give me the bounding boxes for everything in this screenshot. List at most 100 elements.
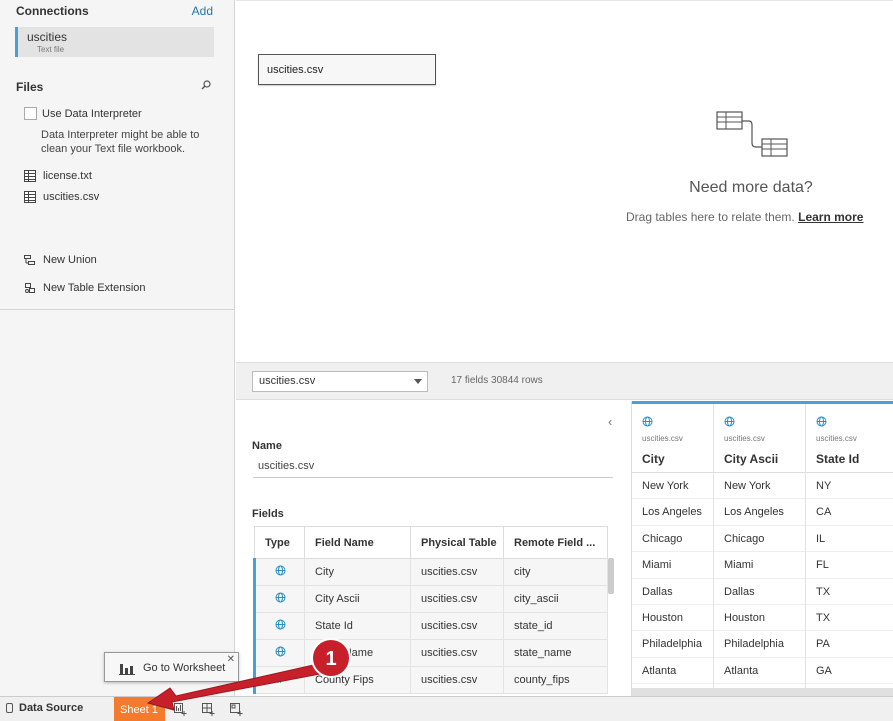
grid-column-header[interactable]: uscities.csv State Id — [806, 404, 893, 473]
sheet-tab[interactable]: Sheet 1 — [114, 697, 165, 721]
remote-field-cell: city — [503, 558, 608, 586]
learn-more-link[interactable]: Learn more — [798, 210, 863, 224]
add-connection-link[interactable]: Add — [192, 4, 213, 18]
data-interpreter-row[interactable]: Use Data Interpreter — [24, 107, 142, 120]
bar-chart-icon — [119, 664, 135, 675]
need-more-data-title: Need more data? — [689, 179, 813, 196]
sheet-tab-bar: Data Source Sheet 1 — [0, 696, 893, 721]
chevron-left-icon[interactable]: ‹ — [608, 414, 612, 429]
data-grid: uscities.csv City New York Los Angeles Chica… — [631, 401, 893, 696]
grid-column-header[interactable]: uscities.csv City — [632, 404, 713, 473]
table-row[interactable]: City uscities.csv city — [253, 558, 608, 586]
remote-field-cell: city_ascii — [503, 585, 608, 613]
grid-cell: Philadelphia — [714, 631, 805, 658]
globe-icon[interactable] — [253, 612, 305, 640]
grid-column-source: uscities.csv — [724, 434, 765, 443]
left-pane: Connections Add uscities Text file Files… — [0, 0, 235, 696]
metadata-panel: ‹ Name uscities.csv Fields Type Field Na… — [236, 401, 631, 696]
fields-scrollbar[interactable] — [608, 558, 614, 594]
field-name-cell[interactable]: City Ascii — [304, 585, 411, 613]
grid-cell: Atlanta — [714, 658, 805, 685]
fields-label: Fields — [252, 508, 284, 520]
file-item[interactable]: uscities.csv — [24, 191, 99, 203]
search-icon[interactable] — [201, 80, 211, 90]
grid-cell: New York — [632, 473, 713, 500]
go-to-worksheet-label: Go to Worksheet — [143, 662, 226, 674]
grid-cell: New York — [714, 473, 805, 500]
grid-cell: Chicago — [632, 526, 713, 553]
new-dashboard-icon[interactable] — [201, 702, 215, 716]
grid-cell: Philadelphia — [632, 631, 713, 658]
new-worksheet-icon[interactable] — [173, 702, 187, 716]
join-canvas[interactable]: uscities.csv Need more data? Drag tables… — [236, 0, 893, 362]
data-interpreter-checkbox[interactable] — [24, 107, 37, 120]
data-interpreter-label: Use Data Interpreter — [42, 107, 142, 120]
grid-cell: PA — [806, 631, 893, 658]
close-icon[interactable]: ✕ — [227, 654, 235, 665]
field-name-cell[interactable]: State Name — [304, 639, 411, 667]
drag-hint: Drag tables here to relate them. — [626, 210, 795, 224]
grid-cell: CA — [806, 499, 893, 526]
new-table-extension-label: New Table Extension — [43, 282, 146, 294]
table-row[interactable]: City Ascii uscities.csv city_ascii — [253, 585, 608, 613]
connections-heading: Connections — [16, 4, 89, 18]
field-name-cell[interactable]: County Fips — [304, 666, 411, 694]
connection-item[interactable]: uscities Text file — [15, 27, 214, 57]
new-union-label: New Union — [43, 254, 97, 266]
file-name: license.txt — [43, 170, 92, 182]
globe-icon[interactable] — [253, 639, 305, 667]
fields-header-row: Type Field Name Physical Table Remote Fi… — [254, 526, 608, 559]
table-row[interactable]: # County Fips uscities.csv county_fips — [253, 666, 608, 694]
file-item[interactable]: license.txt — [24, 170, 92, 182]
table-row[interactable]: State Name uscities.csv state_name — [253, 639, 608, 667]
table-name-field[interactable]: uscities.csv — [253, 456, 613, 478]
union-icon — [24, 255, 35, 265]
canvas-table-card[interactable]: uscities.csv — [258, 54, 436, 85]
new-table-extension-item[interactable]: New Table Extension — [24, 282, 146, 294]
need-more-data-subtitle: Drag tables here to relate them. Learn m… — [626, 210, 863, 224]
go-to-worksheet-tooltip[interactable]: Go to Worksheet ✕ — [104, 652, 239, 682]
grid-cell: GA — [806, 658, 893, 685]
grid-cell: Houston — [632, 605, 713, 632]
new-story-icon[interactable] — [229, 702, 243, 716]
grid-cell: Dallas — [632, 579, 713, 605]
table-row[interactable]: State Id uscities.csv state_id — [253, 612, 608, 640]
column-header[interactable]: Field Name — [304, 526, 411, 559]
column-header[interactable]: Remote Field ... — [503, 526, 608, 559]
column-header[interactable]: Physical Table — [410, 526, 504, 559]
column-header[interactable]: Type — [254, 526, 305, 559]
grid-column-name: City — [642, 452, 665, 466]
number-icon[interactable]: # — [253, 666, 305, 694]
grid-cell: Los Angeles — [632, 499, 713, 526]
data-source-tab[interactable]: Data Source — [6, 702, 83, 714]
physical-table-cell: uscities.csv — [410, 639, 504, 667]
remote-field-cell: state_name — [503, 639, 608, 667]
globe-icon[interactable] — [253, 558, 305, 586]
grid-column: uscities.csv City Ascii New York Los Angele… — [714, 404, 806, 696]
database-icon — [6, 703, 13, 713]
grid-cell: Houston — [714, 605, 805, 632]
globe-icon[interactable] — [253, 585, 305, 613]
physical-table-cell: uscities.csv — [410, 585, 504, 613]
new-union-item[interactable]: New Union — [24, 254, 97, 266]
physical-table-cell: uscities.csv — [410, 666, 504, 694]
grid-cell: TX — [806, 579, 893, 605]
field-row-count: 17 fields 30844 rows — [451, 375, 543, 386]
grid-column-source: uscities.csv — [642, 434, 683, 443]
grid-cell: Los Angeles — [714, 499, 805, 526]
grid-column: uscities.csv City New York Los Angeles Chica… — [632, 404, 714, 696]
relate-tables-icon — [716, 111, 788, 157]
name-label: Name — [252, 440, 282, 452]
grid-column: uscities.csv State Id NY CA IL FL TX TX PA GA — [806, 404, 893, 696]
fields-table: Type Field Name Physical Table Remote Fi… — [253, 526, 608, 694]
table-dropdown-value: uscities.csv — [259, 375, 316, 387]
field-name-cell[interactable]: City — [304, 558, 411, 586]
grid-cell: Dallas — [714, 579, 805, 605]
grid-cell: TX — [806, 605, 893, 632]
grid-scrollbar[interactable] — [632, 688, 893, 696]
grid-cell: FL — [806, 552, 893, 579]
grid-column-header[interactable]: uscities.csv City Ascii — [714, 404, 805, 473]
table-dropdown[interactable]: uscities.csv — [252, 371, 428, 392]
remote-field-cell: state_id — [503, 612, 608, 640]
field-name-cell[interactable]: State Id — [304, 612, 411, 640]
